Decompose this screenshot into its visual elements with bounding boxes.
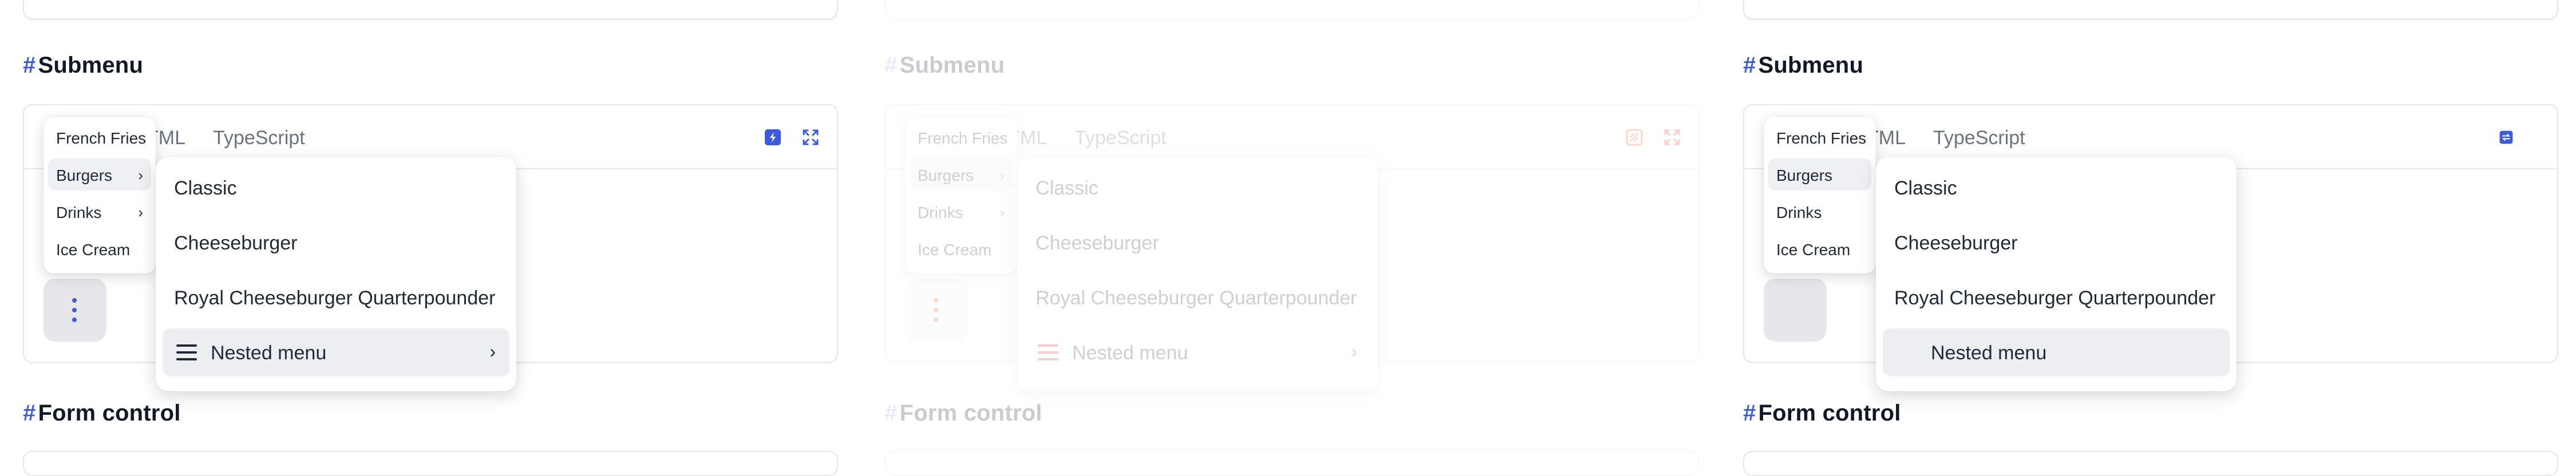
food-menu: French Fries Burgers › Drinks › Ice Crea… xyxy=(44,117,156,273)
menu-item-cheeseburger[interactable]: Cheeseburger xyxy=(1024,219,1371,267)
next-demo-card xyxy=(884,451,1700,476)
menu-item-classic[interactable]: Classic xyxy=(1883,164,2230,212)
section-heading-submenu: # Submenu xyxy=(23,53,144,78)
anchor-hash[interactable]: # xyxy=(23,400,35,426)
section-heading-submenu: # Submenu xyxy=(1743,53,1864,78)
submenu-demo-card: TML TypeScript French Fries Burgers Drin… xyxy=(1743,104,2558,391)
menu-item-nested-menu[interactable]: Nested menu › xyxy=(163,328,509,376)
menu-item-ice-cream[interactable]: Ice Cream xyxy=(48,233,151,265)
theme-toggle-icon[interactable] xyxy=(764,128,782,146)
chevron-right-icon: › xyxy=(138,204,143,221)
demo-panel-plain: # Submenu TML TypeScript French Fries Bur… xyxy=(1743,0,2573,476)
menu-item-drinks[interactable]: Drinks xyxy=(1768,196,1871,228)
more-vertical-icon xyxy=(934,298,939,322)
section-heading-submenu: # Submenu xyxy=(884,53,1005,78)
section-heading-form-control: # Form control xyxy=(1743,400,1901,426)
menu-item-nested-menu[interactable]: Nested menu xyxy=(1883,328,2230,376)
expand-icon[interactable] xyxy=(801,128,820,146)
food-menu: French Fries Burgers Drinks Ice Cream xyxy=(1764,117,1876,273)
chevron-right-icon: › xyxy=(999,166,1005,184)
anchor-hash[interactable]: # xyxy=(23,53,35,78)
chevron-right-icon: › xyxy=(1351,341,1357,362)
hamburger-menu-icon xyxy=(1038,344,1058,360)
tab-typescript[interactable]: TypeScript xyxy=(1933,127,2025,149)
menu-item-royal-cheeseburger[interactable]: Royal Cheeseburger Quarterpounder xyxy=(1024,273,1371,322)
previous-demo-card xyxy=(1743,0,2558,19)
menu-item-royal-cheeseburger[interactable]: Royal Cheeseburger Quarterpounder xyxy=(1883,273,2230,322)
menu-item-ice-cream[interactable]: Ice Cream xyxy=(910,233,1013,265)
hamburger-menu-icon xyxy=(176,344,197,360)
anchor-hash[interactable]: # xyxy=(884,400,897,426)
chevron-right-icon: › xyxy=(138,166,143,184)
previous-demo-card xyxy=(884,0,1700,19)
demo-panel-orange: # Submenu TML TypeScript French Fries Bu… xyxy=(884,0,1714,476)
menu-item-ice-cream[interactable]: Ice Cream xyxy=(1768,233,1871,265)
submenu-demo-card: TML TypeScript French Fries Burgers › Dr… xyxy=(884,104,1700,391)
menu-item-cheeseburger[interactable]: Cheeseburger xyxy=(163,219,509,267)
menu-item-french-fries[interactable]: French Fries xyxy=(48,121,151,153)
burgers-submenu: Classic Cheeseburger Royal Cheeseburger … xyxy=(1876,157,2237,391)
more-options-button[interactable] xyxy=(905,279,968,342)
section-heading-form-control: # Form control xyxy=(884,400,1042,426)
theme-toggle-icon[interactable] xyxy=(2499,130,2514,145)
more-options-button[interactable] xyxy=(44,279,106,342)
anchor-hash[interactable]: # xyxy=(1743,53,1756,78)
next-demo-card xyxy=(1743,451,2558,476)
menu-item-drinks[interactable]: Drinks › xyxy=(910,196,1013,228)
next-demo-card xyxy=(23,451,838,476)
more-options-button[interactable] xyxy=(1764,279,1827,342)
menu-item-burgers[interactable]: Burgers › xyxy=(48,158,151,191)
theme-toggle-icon[interactable] xyxy=(1625,128,1643,146)
menu-item-royal-cheeseburger[interactable]: Royal Cheeseburger Quarterpounder xyxy=(163,273,509,322)
section-heading-form-control: # Form control xyxy=(23,400,181,426)
menu-item-drinks[interactable]: Drinks › xyxy=(48,196,151,228)
submenu-demo-card: TML TypeScript French Fries Burgers › Dr… xyxy=(23,104,838,391)
menu-item-french-fries[interactable]: French Fries xyxy=(1768,121,1871,153)
chevron-right-icon: › xyxy=(489,341,496,362)
menu-item-burgers[interactable]: Burgers › xyxy=(910,158,1013,191)
chevron-right-icon: › xyxy=(999,204,1005,221)
anchor-hash[interactable]: # xyxy=(1743,400,1756,426)
menu-item-classic[interactable]: Classic xyxy=(163,164,509,212)
menu-item-french-fries[interactable]: French Fries xyxy=(910,121,1013,153)
menu-item-nested-menu[interactable]: Nested menu › xyxy=(1024,328,1371,376)
anchor-hash[interactable]: # xyxy=(884,53,897,78)
previous-demo-card xyxy=(23,0,838,19)
menu-item-burgers[interactable]: Burgers xyxy=(1768,158,1871,191)
menu-item-cheeseburger[interactable]: Cheeseburger xyxy=(1883,219,2230,267)
menu-item-classic[interactable]: Classic xyxy=(1024,164,1371,212)
tab-typescript[interactable]: TypeScript xyxy=(1074,127,1167,149)
food-menu: French Fries Burgers › Drinks › Ice Crea… xyxy=(905,117,1017,273)
more-vertical-icon xyxy=(72,298,78,322)
expand-icon[interactable] xyxy=(1663,128,1681,146)
tab-typescript[interactable]: TypeScript xyxy=(213,127,305,149)
demo-panel-blue: # Submenu TML TypeScript French Fries Bu… xyxy=(23,0,853,476)
burgers-submenu: Classic Cheeseburger Royal Cheeseburger … xyxy=(156,157,516,391)
burgers-submenu: Classic Cheeseburger Royal Cheeseburger … xyxy=(1017,157,1378,391)
